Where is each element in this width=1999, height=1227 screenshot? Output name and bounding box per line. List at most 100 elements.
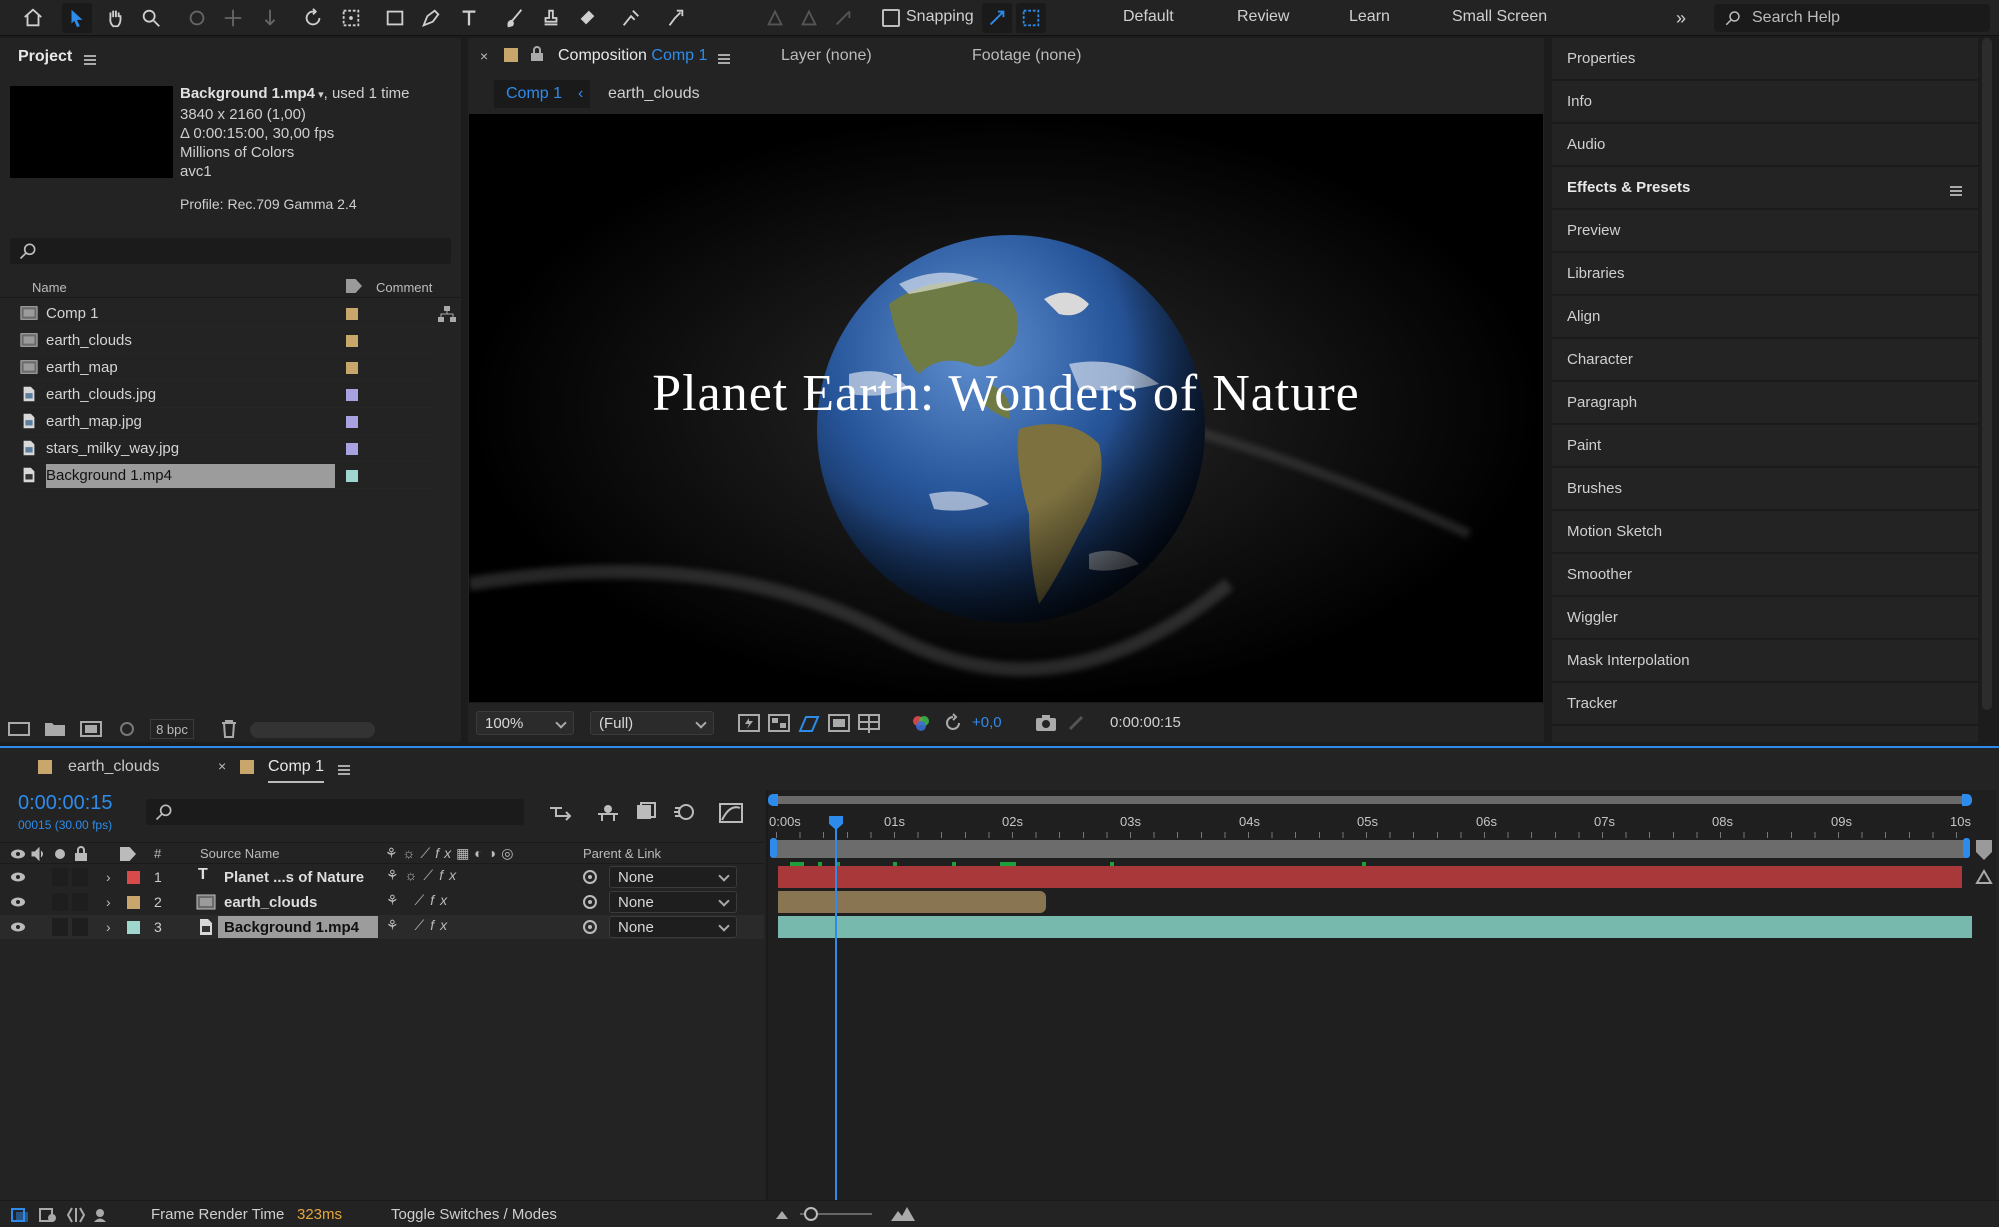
fast-previews-icon[interactable] — [738, 713, 760, 733]
panel-preview[interactable]: Preview — [1552, 210, 1978, 252]
axis-local-icon[interactable] — [760, 3, 790, 33]
pickwhip-icon[interactable] — [582, 919, 598, 935]
more-workspaces-icon[interactable]: » — [1676, 8, 1686, 29]
render-time-pane-icon[interactable] — [92, 1206, 112, 1224]
panel-effects-presets[interactable]: Effects & Presets — [1552, 167, 1978, 209]
orbit-camera-icon[interactable] — [182, 3, 212, 33]
transparency-grid-icon[interactable] — [768, 713, 790, 733]
layer-label-swatch[interactable] — [127, 896, 140, 909]
layer-switches[interactable]: ⚘☼⟋fx — [386, 867, 462, 884]
layer-switches-pane-icon[interactable] — [10, 1206, 30, 1224]
viewer-timecode[interactable]: 0:00:00:15 — [1110, 714, 1181, 731]
thumbnail-size-slider[interactable] — [250, 722, 375, 738]
label-swatch[interactable] — [346, 389, 358, 401]
zoom-tool-icon[interactable] — [136, 3, 166, 33]
composition-tab[interactable]: Composition Comp 1 — [558, 47, 707, 65]
timeline-search-input[interactable] — [146, 799, 524, 825]
footage-tab[interactable]: Footage (none) — [972, 47, 1081, 65]
flowchart-icon[interactable] — [438, 306, 456, 322]
eye-icon[interactable] — [10, 920, 26, 934]
eye-icon[interactable] — [10, 870, 26, 884]
timeline-tab-earth-clouds[interactable]: earth_clouds — [68, 758, 160, 776]
lock-box[interactable] — [72, 868, 88, 886]
layer-1-duration-bar[interactable] — [778, 866, 1962, 888]
layer-switches[interactable]: ⚘ ⟋fx — [386, 892, 453, 909]
magnification-dropdown[interactable]: 100% — [476, 711, 574, 735]
column-comment[interactable]: Comment — [376, 280, 432, 295]
current-time-indicator[interactable] — [835, 816, 837, 1200]
label-swatch[interactable] — [346, 470, 358, 482]
bit-depth-button[interactable]: 8 bpc — [150, 719, 194, 739]
layer-3-duration-bar[interactable] — [778, 916, 1972, 938]
project-item-earth-clouds[interactable]: earth_clouds — [20, 327, 435, 354]
roto-brush-tool-icon[interactable] — [616, 3, 646, 33]
project-settings-icon[interactable] — [116, 720, 138, 738]
project-item-earth-map[interactable]: earth_map — [20, 354, 435, 381]
layer-switches[interactable]: ⚘ ⟋fx — [386, 917, 453, 934]
work-area-bar[interactable] — [775, 840, 1967, 858]
workspace-small-screen[interactable]: Small Screen — [1452, 8, 1547, 26]
workspace-default[interactable]: Default — [1123, 8, 1174, 26]
timeline-zoom-thumb[interactable] — [804, 1207, 818, 1221]
parent-dropdown[interactable]: None — [609, 891, 737, 913]
panel-libraries[interactable]: Libraries — [1552, 253, 1978, 295]
panel-brushes[interactable]: Brushes — [1552, 468, 1978, 510]
interpret-footage-icon[interactable] — [8, 720, 30, 738]
breadcrumb-comp-1[interactable]: Comp 1 — [494, 80, 590, 108]
time-navigator[interactable] — [773, 796, 1969, 804]
panel-properties[interactable]: Properties — [1552, 38, 1978, 80]
panel-character[interactable]: Character — [1552, 339, 1978, 381]
project-item-comp-1[interactable]: Comp 1 — [20, 300, 456, 327]
project-menu-icon[interactable] — [84, 52, 96, 69]
snap-features-icon[interactable] — [1016, 3, 1046, 33]
label-swatch[interactable] — [346, 308, 358, 320]
layer-name[interactable]: Planet ...s of Nature — [224, 869, 364, 886]
pen-tool-icon[interactable] — [416, 3, 446, 33]
brush-tool-icon[interactable] — [500, 3, 530, 33]
project-search-input[interactable] — [10, 238, 451, 264]
expand-arrow-icon[interactable]: › — [106, 869, 111, 885]
navigator-start-handle[interactable] — [768, 794, 778, 806]
lock-switch-icon[interactable] — [74, 846, 88, 862]
mask-visibility-icon[interactable] — [798, 713, 820, 733]
layer-row-1[interactable]: › 1 T Planet ...s of Nature ⚘☼⟋fx None — [0, 865, 764, 889]
resolution-dropdown[interactable]: (Full) — [590, 711, 714, 735]
solo-box[interactable] — [52, 868, 68, 886]
new-composition-icon[interactable] — [80, 720, 102, 738]
layer-name[interactable]: Background 1.mp4 — [224, 919, 359, 936]
timeline-menu-icon[interactable] — [338, 762, 350, 779]
column-source-name[interactable]: Source Name — [200, 846, 279, 861]
type-tool-icon[interactable] — [454, 3, 484, 33]
panel-align[interactable]: Align — [1552, 296, 1978, 338]
puppet-tool-icon[interactable] — [660, 3, 690, 33]
parent-dropdown[interactable]: None — [609, 866, 737, 888]
layer-label-swatch[interactable] — [127, 921, 140, 934]
selection-tool-icon[interactable] — [62, 3, 92, 33]
hand-tool-icon[interactable] — [100, 3, 130, 33]
layer-2-duration-bar[interactable] — [778, 891, 1046, 913]
grid-guides-icon[interactable] — [858, 713, 880, 733]
zoom-out-icon[interactable] — [774, 1207, 790, 1221]
panel-wiggler[interactable]: Wiggler — [1552, 597, 1978, 639]
panel-paragraph[interactable]: Paragraph — [1552, 382, 1978, 424]
search-help-field[interactable]: Search Help — [1714, 4, 1990, 32]
expand-arrow-icon[interactable]: › — [106, 894, 111, 910]
show-snapshot-icon[interactable] — [1066, 713, 1088, 733]
zoom-in-icon[interactable] — [890, 1205, 916, 1223]
home-icon[interactable] — [18, 3, 48, 33]
in-out-pane-icon[interactable] — [66, 1206, 86, 1224]
frame-blending-icon[interactable] — [634, 802, 658, 822]
timeline-tab-comp-1[interactable]: Comp 1 — [268, 758, 325, 783]
layer-name[interactable]: earth_clouds — [224, 894, 317, 911]
lock-box[interactable] — [72, 918, 88, 936]
clone-stamp-tool-icon[interactable] — [536, 3, 566, 33]
project-item-background-mp4[interactable]: Background 1.mp4 — [20, 462, 435, 489]
graph-editor-icon[interactable] — [718, 802, 744, 824]
work-area-end[interactable] — [1963, 838, 1970, 858]
label-swatch[interactable] — [346, 416, 358, 428]
snapping-checkbox[interactable] — [882, 9, 900, 27]
layer-row-2[interactable]: › 2 earth_clouds ⚘ ⟋fx None — [0, 890, 764, 914]
work-area-start[interactable] — [770, 838, 777, 858]
workspace-learn[interactable]: Learn — [1349, 8, 1390, 26]
panel-paint[interactable]: Paint — [1552, 425, 1978, 467]
